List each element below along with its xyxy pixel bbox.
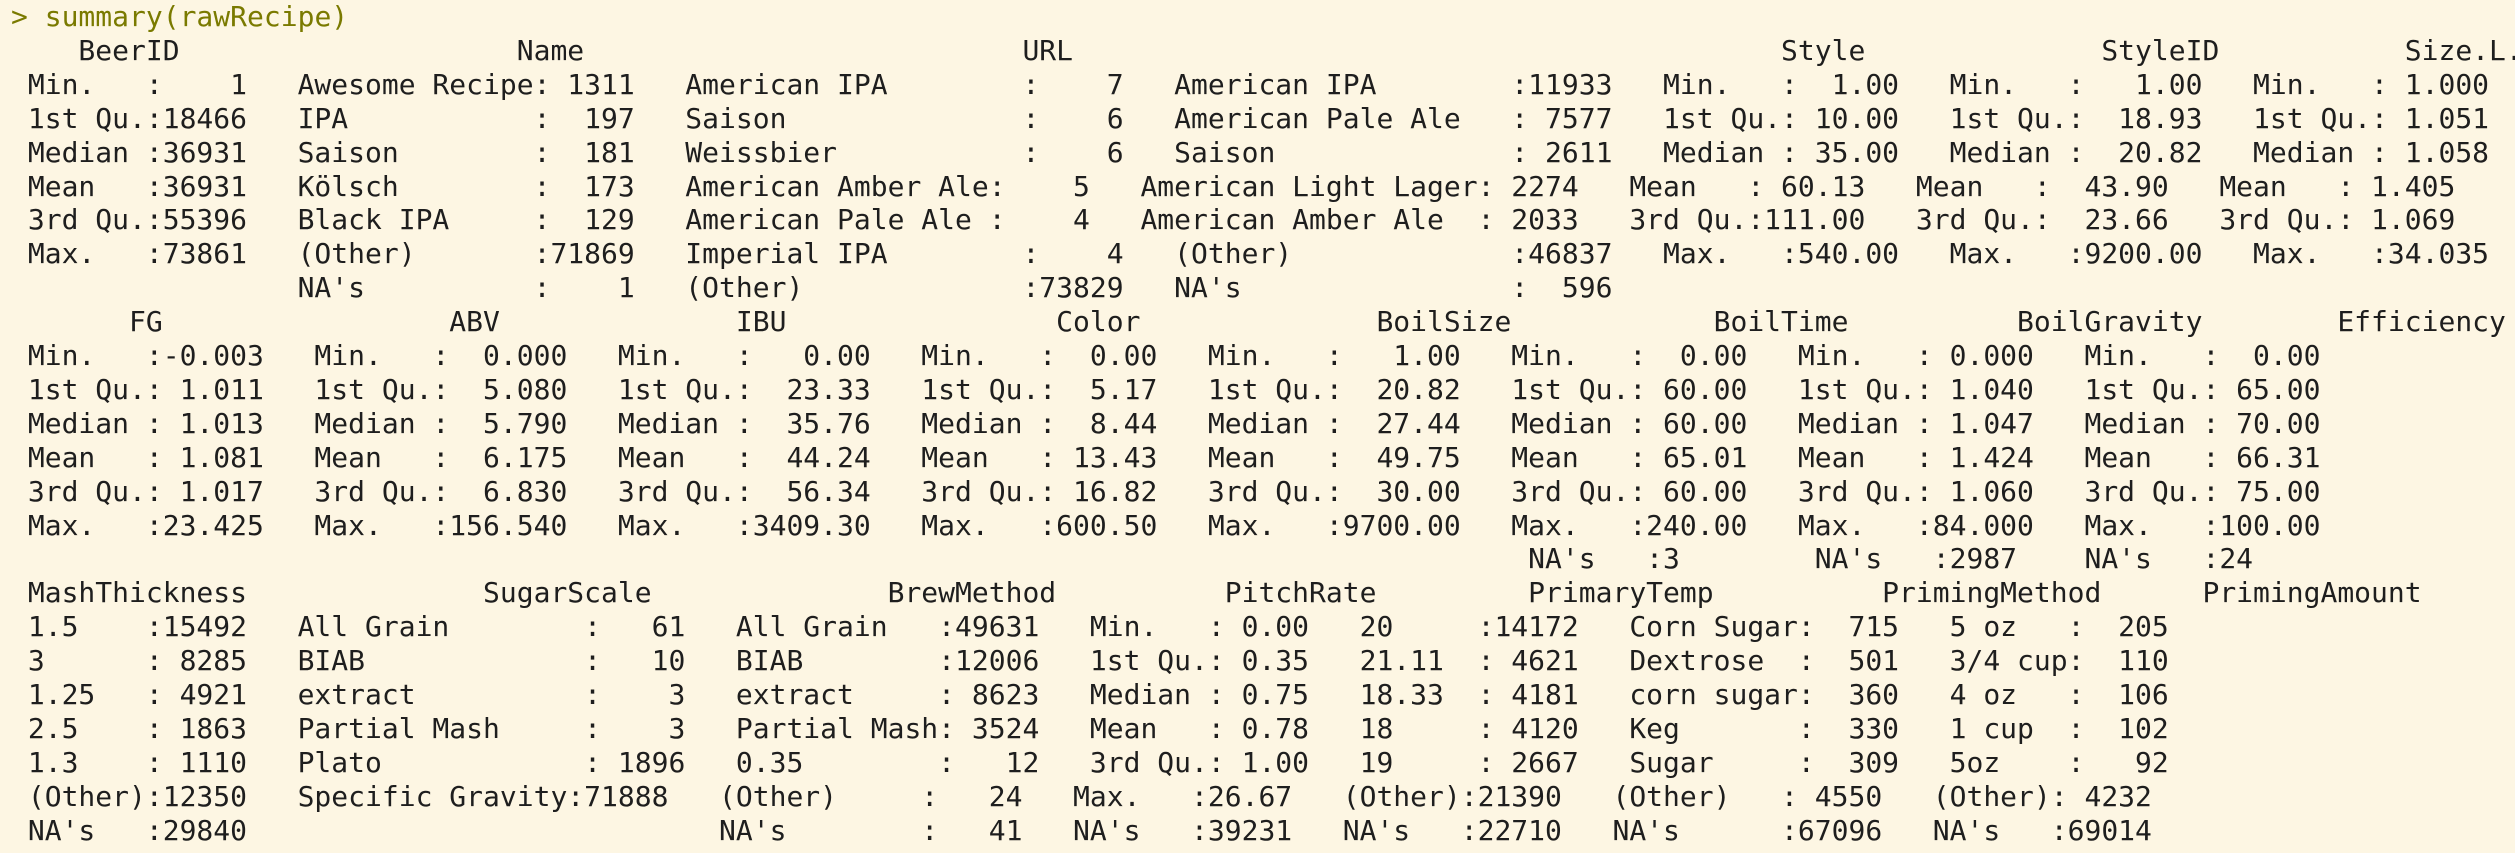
output-line: 3rd Qu.: 1.017 3rd Qu.: 6.830 3rd Qu.: 5… [11, 474, 2355, 508]
output-line: 1.3 : 1110 Plato : 1896 0.35 : 12 3rd Qu… [11, 745, 2203, 779]
output-line: 3rd Qu.:55396 Black IPA : 129 American P… [11, 203, 2490, 237]
output-line: 1st Qu.:18466 IPA : 197 Saison : 6 Ameri… [11, 101, 2515, 135]
output-line: MashThickness SugarScale BrewMethod Pitc… [11, 576, 2439, 610]
output-line: Min. :-0.003 Min. : 0.000 Min. : 0.00 Mi… [11, 339, 2355, 373]
output-line: Median : 1.013 Median : 5.790 Median : 3… [11, 406, 2355, 440]
output-line: 1st Qu.: 1.011 1st Qu.: 5.080 1st Qu.: 2… [11, 372, 2355, 406]
summary-output: BeerID Name URL Style StyleID Size.L. OG… [11, 34, 2515, 848]
output-line: FG ABV IBU Color BoilSize BoilTime BoilG… [11, 305, 2515, 339]
r-console[interactable]: > summary(rawRecipe) BeerID Name URL Sty… [0, 0, 2515, 853]
output-line: NA's :3 NA's :2987 NA's :24 [11, 542, 2355, 576]
output-line: 2.5 : 1863 Partial Mash : 3 Partial Mash… [11, 712, 2203, 746]
output-line: NA's : 1 (Other) :73829 NA's : 596 [11, 271, 2506, 305]
output-line: Median :36931 Saison : 181 Weissbier : 6… [11, 135, 2515, 169]
command-prompt-line[interactable]: > summary(rawRecipe) [11, 0, 348, 34]
output-line: Max. :73861 (Other) :71869 Imperial IPA … [11, 237, 2515, 271]
command-text: summary(rawRecipe) [44, 0, 349, 33]
output-line: Mean : 1.081 Mean : 6.175 Mean : 44.24 M… [11, 440, 2355, 474]
output-line: BeerID Name URL Style StyleID Size.L. OG [78, 33, 2515, 67]
output-line: Min. : 1 Awesome Recipe: 1311 American I… [11, 67, 2515, 101]
output-line: (Other):12350 Specific Gravity:71888 (Ot… [11, 779, 2186, 813]
output-line: 1.25 : 4921 extract : 3 extract : 8623 M… [11, 678, 2203, 712]
output-line: 1.5 :15492 All Grain : 61 All Grain :496… [11, 610, 2203, 644]
output-line: 3 : 8285 BIAB : 10 BIAB :12006 1st Qu.: … [11, 644, 2203, 678]
output-line: Max. :23.425 Max. :156.540 Max. :3409.30… [11, 508, 2355, 542]
output-line: NA's :29840 NA's : 41 NA's :39231 NA's :… [11, 813, 2186, 847]
output-line: Mean :36931 Kölsch : 173 American Amber … [11, 169, 2490, 203]
prompt-symbol: > [11, 0, 28, 33]
